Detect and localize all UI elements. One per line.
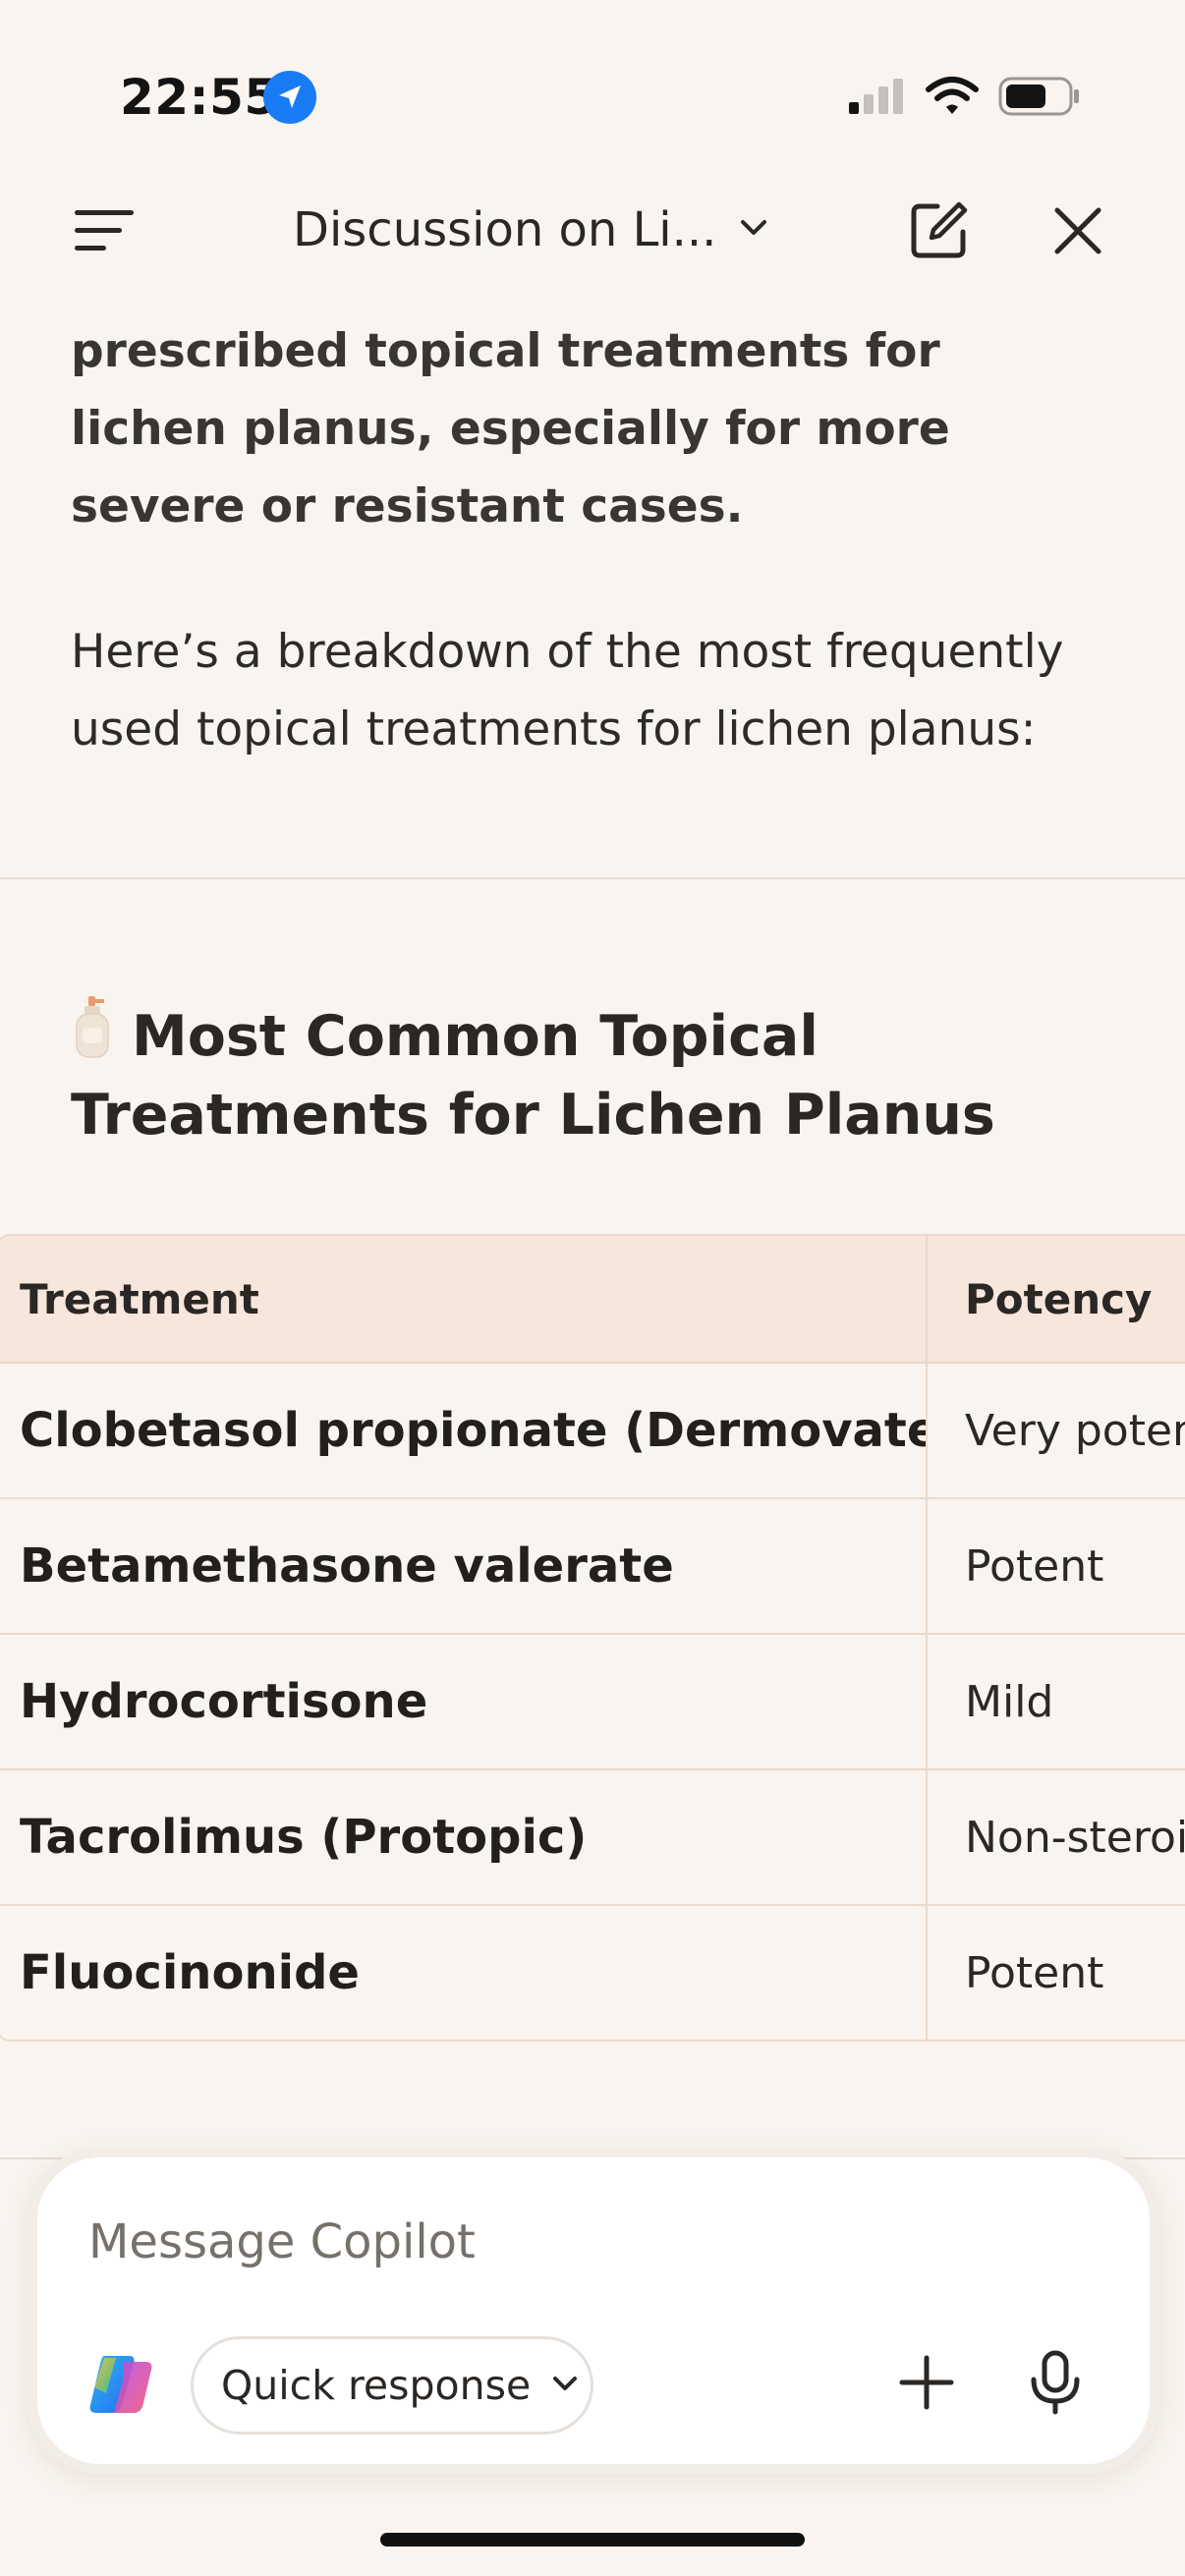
home-indicator	[380, 2533, 805, 2547]
table-row: Fluocinonide Potent	[0, 1904, 1185, 2040]
section-heading: Most Common Topical Treatments for Liche…	[71, 994, 1112, 1152]
chevron-down-icon	[740, 218, 767, 242]
potency-cell: Potent	[965, 1540, 1104, 1592]
potency-cell: Very potent	[965, 1405, 1185, 1456]
status-bar: 22:55	[0, 0, 1185, 147]
treatment-cell: Fluocinonide	[0, 1906, 928, 2040]
response-bold-text: prescribed topical treatments for lichen…	[71, 324, 950, 533]
potency-cell: Potent	[965, 1947, 1104, 1998]
message-input[interactable]	[88, 2214, 973, 2269]
table-row: Clobetasol propionate (Dermovate) Very p…	[0, 1362, 1185, 1497]
lotion-bottle-icon	[71, 994, 114, 1078]
potency-cell: Non-steroidal	[965, 1812, 1185, 1863]
response-mode-selector[interactable]: Quick response	[191, 2336, 593, 2435]
conversation-title-button[interactable]: Discussion on Li...	[293, 200, 767, 259]
treatment-cell: Hydrocortisone	[0, 1635, 928, 1768]
location-icon	[263, 71, 316, 124]
close-icon[interactable]	[1053, 206, 1102, 259]
response-intro-text: Here’s a breakdown of the most frequentl…	[71, 625, 1064, 756]
potency-cell: Mild	[965, 1676, 1054, 1727]
copilot-logo-icon[interactable]	[85, 2348, 159, 2427]
microphone-icon[interactable]	[1028, 2350, 1083, 2419]
section-divider	[0, 877, 1185, 879]
copilot-chat-screen: prescribed topical treatments for lichen…	[0, 0, 1185, 2576]
conversation-title: Discussion on Li...	[293, 202, 717, 257]
table-row: Tacrolimus (Protopic) Non-steroidal	[0, 1768, 1185, 1904]
cellular-signal-icon	[847, 77, 906, 120]
response-mode-label: Quick response	[221, 2362, 532, 2409]
table-row: Betamethasone valerate Potent	[0, 1497, 1185, 1633]
column-header-treatment: Treatment	[0, 1236, 928, 1362]
plus-icon[interactable]	[898, 2354, 955, 2415]
treatment-cell: Clobetasol propionate (Dermovate)	[0, 1364, 928, 1497]
new-chat-icon[interactable]	[908, 200, 969, 265]
section-heading-text: Most Common Topical Treatments for Liche…	[71, 1004, 995, 1148]
wifi-icon	[926, 77, 979, 120]
battery-icon	[998, 75, 1081, 122]
treatment-cell: Tacrolimus (Protopic)	[0, 1770, 928, 1904]
treatment-cell: Betamethasone valerate	[0, 1499, 928, 1633]
table-row: Hydrocortisone Mild	[0, 1633, 1185, 1768]
chevron-down-icon	[552, 2375, 578, 2396]
status-time: 22:55	[120, 69, 279, 126]
message-composer: Quick response	[28, 2148, 1159, 2474]
chat-header: Discussion on Li...	[0, 147, 1185, 314]
column-header-potency: Potency	[965, 1274, 1153, 1323]
table-header-row: Treatment Potency	[0, 1236, 1185, 1362]
treatments-table: Treatment Potency Clobetasol propionate …	[0, 1234, 1185, 2042]
menu-icon[interactable]	[73, 206, 136, 255]
